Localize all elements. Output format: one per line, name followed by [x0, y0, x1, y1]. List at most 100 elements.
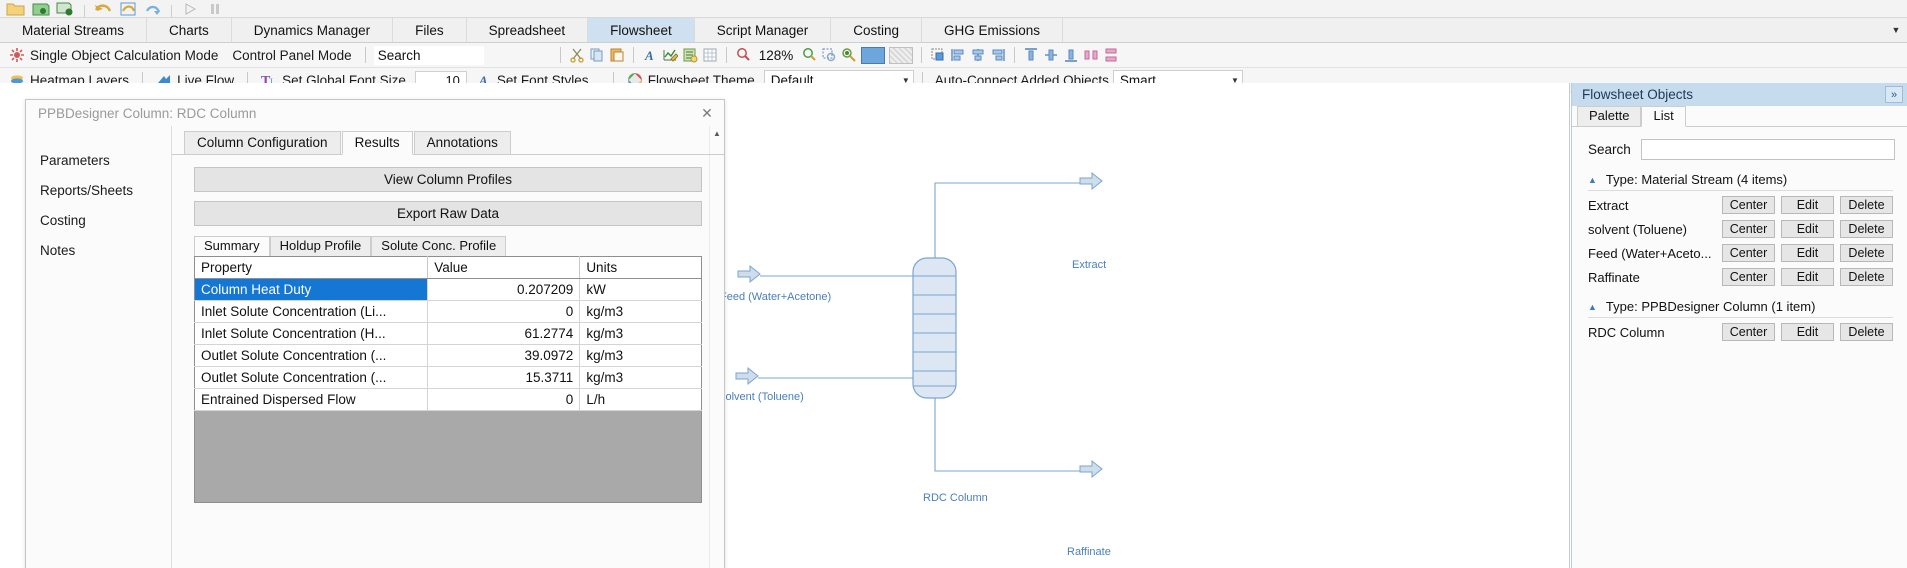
distribute-h-icon[interactable]	[1083, 47, 1099, 63]
undo-icon[interactable]	[93, 1, 113, 17]
export-raw-data-button[interactable]: Export Raw Data	[194, 201, 702, 226]
list-item[interactable]: solvent (Toluene) Center Edit Delete	[1572, 219, 1907, 239]
tab-script-manager[interactable]: Script Manager	[694, 18, 832, 42]
search-input[interactable]	[1640, 139, 1895, 160]
search-input[interactable]: Search	[373, 45, 484, 65]
column-header-value[interactable]: Value	[427, 256, 581, 279]
align-bottom-icon[interactable]	[1063, 47, 1079, 63]
folder-open-icon[interactable]	[6, 1, 26, 17]
list-item[interactable]: Raffinate Center Edit Delete	[1572, 267, 1907, 287]
tab-palette[interactable]: Palette	[1577, 106, 1642, 126]
zoom-object-icon[interactable]	[841, 47, 857, 63]
run-icon[interactable]	[180, 1, 200, 17]
table-row[interactable]: Entrained Dispersed Flow 0 L/h	[194, 388, 702, 411]
tab-material-streams[interactable]: Material Streams	[0, 18, 148, 42]
tab-column-configuration[interactable]: Column Configuration	[184, 131, 341, 154]
hatch-pattern-swatch[interactable]	[889, 46, 914, 64]
subtab-solute-conc-profile[interactable]: Solute Conc. Profile	[371, 236, 507, 256]
edit-button[interactable]: Edit	[1781, 323, 1834, 341]
refresh-icon[interactable]	[143, 1, 163, 17]
properties-icon[interactable]	[682, 47, 698, 63]
tab-costing[interactable]: Costing	[831, 18, 923, 42]
zoom-level[interactable]: 128%	[755, 48, 798, 63]
zoom-in-icon[interactable]	[801, 47, 817, 63]
view-column-profiles-button[interactable]: View Column Profiles	[194, 167, 702, 192]
ppbdesigner-column-dialog[interactable]: PPBDesigner Column: RDC Column ✕ Paramet…	[25, 99, 725, 568]
delete-button[interactable]: Delete	[1840, 220, 1893, 238]
save-all-icon[interactable]	[56, 1, 76, 17]
column-header-property[interactable]: Property	[194, 256, 429, 279]
copy-icon[interactable]	[589, 47, 605, 63]
align-right-icon[interactable]	[990, 47, 1006, 63]
group-header-material-stream[interactable]: ▲ Type: Material Stream (4 items)	[1572, 160, 1907, 190]
group-header-ppbdesigner-column[interactable]: ▲ Type: PPBDesigner Column (1 item)	[1572, 287, 1907, 317]
flowsheet-diagram[interactable]: Feed (Water+Acetone) solvent (Toluene) E…	[720, 83, 1560, 568]
distribute-v-icon[interactable]	[1103, 47, 1119, 63]
tab-spreadsheet[interactable]: Spreadsheet	[466, 18, 589, 42]
tab-results[interactable]: Results	[341, 131, 413, 155]
close-icon[interactable]: ✕	[694, 103, 720, 123]
sidebar-item-parameters[interactable]: Parameters	[40, 146, 171, 176]
fill-color-swatch[interactable]	[861, 46, 886, 64]
sidebar-item-reports-sheets[interactable]: Reports/Sheets	[40, 176, 171, 206]
expand-right-icon[interactable]: »	[1885, 86, 1903, 103]
stream-label-extract[interactable]: Extract	[1072, 259, 1106, 271]
redo-icon[interactable]	[118, 1, 138, 17]
delete-button[interactable]: Delete	[1840, 196, 1893, 214]
tab-dynamics-manager[interactable]: Dynamics Manager	[231, 18, 394, 42]
table-row[interactable]: Outlet Solute Concentration (... 39.0972…	[194, 344, 702, 367]
tab-flowsheet[interactable]: Flowsheet	[588, 18, 695, 42]
stream-label-solvent[interactable]: solvent (Toluene)	[720, 391, 804, 403]
dialog-scrollbar[interactable]: ▲	[709, 126, 724, 568]
edit-button[interactable]: Edit	[1781, 196, 1834, 214]
cut-icon[interactable]	[569, 47, 585, 63]
list-item[interactable]: RDC Column Center Edit Delete	[1572, 322, 1907, 342]
stream-label-feed[interactable]: Feed (Water+Acetone)	[720, 291, 831, 303]
dialog-titlebar[interactable]: PPBDesigner Column: RDC Column ✕	[26, 100, 724, 126]
summary-table[interactable]: Property Value Units Column Heat Duty 0.…	[194, 256, 702, 411]
table-row[interactable]: Inlet Solute Concentration (H... 61.2774…	[194, 322, 702, 345]
zoom-reset-icon[interactable]	[735, 47, 751, 63]
table-row[interactable]: Inlet Solute Concentration (Li... 0 kg/m…	[194, 300, 702, 323]
delete-button[interactable]: Delete	[1840, 244, 1893, 262]
subtab-summary[interactable]: Summary	[194, 236, 270, 257]
select-icon[interactable]	[930, 47, 946, 63]
tab-ghg-emissions[interactable]: GHG Emissions	[922, 18, 1064, 42]
center-button[interactable]: Center	[1722, 196, 1775, 214]
stream-label-raffinate[interactable]: Raffinate	[1067, 546, 1111, 558]
column-label[interactable]: RDC Column	[923, 492, 988, 504]
sidebar-item-costing[interactable]: Costing	[40, 206, 171, 236]
table-row[interactable]: Outlet Solute Concentration (... 15.3711…	[194, 366, 702, 389]
list-item[interactable]: Feed (Water+Aceto... Center Edit Delete	[1572, 243, 1907, 263]
tab-charts[interactable]: Charts	[147, 18, 232, 42]
control-panel-mode-button[interactable]: Control Panel Mode	[227, 45, 356, 66]
align-middle-icon[interactable]	[1043, 47, 1059, 63]
center-button[interactable]: Center	[1722, 268, 1775, 286]
delete-button[interactable]: Delete	[1840, 323, 1893, 341]
table-icon[interactable]	[702, 47, 718, 63]
zoom-selection-icon[interactable]	[821, 47, 837, 63]
pause-icon[interactable]	[205, 1, 225, 17]
center-button[interactable]: Center	[1722, 244, 1775, 262]
tab-list[interactable]: List	[1641, 106, 1686, 127]
paste-icon[interactable]	[609, 47, 625, 63]
calculation-mode-button[interactable]: Single Object Calculation Mode	[4, 45, 223, 66]
column-header-units[interactable]: Units	[579, 256, 702, 279]
center-button[interactable]: Center	[1722, 323, 1775, 341]
edit-button[interactable]: Edit	[1781, 220, 1834, 238]
list-item[interactable]: Extract Center Edit Delete	[1572, 195, 1907, 215]
save-icon[interactable]	[31, 1, 51, 17]
chart-edit-icon[interactable]	[662, 47, 678, 63]
align-left-icon[interactable]	[950, 47, 966, 63]
center-button[interactable]: Center	[1722, 220, 1775, 238]
table-row[interactable]: Column Heat Duty 0.207209 kW	[194, 278, 702, 301]
align-center-icon[interactable]	[970, 47, 986, 63]
align-top-icon[interactable]	[1023, 47, 1039, 63]
tab-files[interactable]: Files	[393, 18, 467, 42]
edit-button[interactable]: Edit	[1781, 244, 1834, 262]
font-icon[interactable]: A	[642, 47, 658, 63]
edit-button[interactable]: Edit	[1781, 268, 1834, 286]
delete-button[interactable]: Delete	[1840, 268, 1893, 286]
subtab-holdup-profile[interactable]: Holdup Profile	[269, 236, 372, 256]
sidebar-item-notes[interactable]: Notes	[40, 236, 171, 266]
